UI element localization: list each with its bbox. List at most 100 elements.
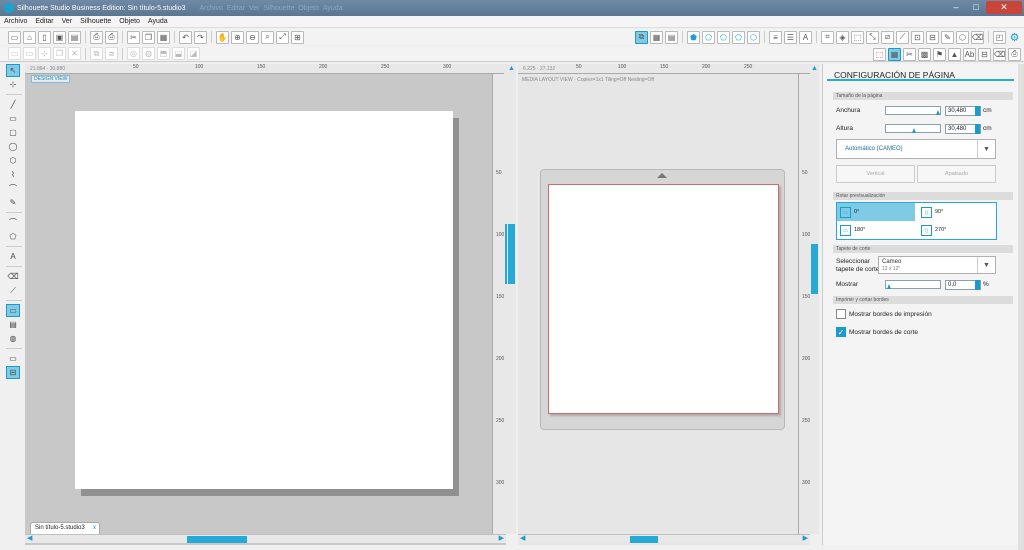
design-horizontal-scrollbar[interactable]: ◀ ▶: [25, 534, 506, 543]
cut-settings-icon[interactable]: ✂: [903, 47, 916, 61]
nesting-icon[interactable]: ⊟: [926, 30, 939, 44]
store-icon[interactable]: ⚑: [933, 47, 946, 61]
edit-points-icon[interactable]: ⊹: [38, 47, 51, 60]
save-cloud-icon[interactable]: ▤: [68, 30, 81, 44]
menu-archivo[interactable]: Archivo: [4, 18, 27, 25]
height-spinner[interactable]: [975, 124, 980, 134]
print-panel-icon[interactable]: ⎙: [1008, 47, 1021, 61]
line-color-icon[interactable]: ⬠: [732, 30, 745, 44]
text-style-icon[interactable]: A: [799, 30, 812, 44]
split-divider-scrollbar[interactable]: ▲: [507, 64, 516, 534]
freehand-tool-icon[interactable]: ✎: [6, 196, 20, 209]
save-icon[interactable]: ▣: [53, 30, 66, 44]
undo-icon[interactable]: ↶: [179, 30, 192, 44]
scroll-up-icon[interactable]: ▲: [811, 65, 818, 73]
cut-icon[interactable]: ✂: [127, 30, 140, 44]
fill-pattern-icon[interactable]: ⬠: [717, 30, 730, 44]
zoom-out-icon[interactable]: ⊖: [246, 30, 259, 44]
send-backward-icon[interactable]: ⬓: [172, 47, 185, 60]
close-button[interactable]: ✕: [986, 1, 1022, 14]
fill-color-icon[interactable]: ⬟: [687, 30, 700, 44]
modify-icon[interactable]: ⧄: [881, 30, 894, 44]
scroll-thumb[interactable]: [187, 536, 247, 543]
arc-tool-icon[interactable]: ⌒: [6, 182, 20, 195]
menu-silhouette[interactable]: Silhouette: [80, 18, 111, 25]
zoom-in-icon[interactable]: ⊕: [231, 30, 244, 44]
delete-icon[interactable]: ✕: [68, 47, 81, 60]
polygon-shape-icon[interactable]: ⬠: [6, 230, 20, 243]
point-edit-tool-icon[interactable]: ⊹: [6, 78, 20, 91]
width-spinner[interactable]: [975, 106, 980, 116]
release-compound-icon[interactable]: ◍: [142, 47, 155, 60]
open-folder-icon[interactable]: ⌂: [23, 30, 36, 44]
send-to-silhouette-icon[interactable]: ⬚: [873, 47, 886, 61]
scroll-left-icon[interactable]: ◀: [520, 535, 525, 543]
scroll-right-icon[interactable]: ▶: [499, 535, 504, 543]
eraser-icon[interactable]: ⌫: [971, 30, 984, 44]
maximize-button[interactable]: □: [966, 1, 986, 14]
mat-opacity-spinner[interactable]: [975, 280, 980, 290]
cut-borders-checkbox[interactable]: ✓: [836, 327, 846, 337]
copy-icon[interactable]: ❐: [142, 30, 155, 44]
cutting-mat-dropdown[interactable]: Cameo 12 x 12" ▼: [878, 256, 996, 274]
close-tab-icon[interactable]: x: [93, 523, 96, 534]
fit-to-page-icon[interactable]: ⊞: [291, 30, 304, 44]
design-view-pane[interactable]: 21.864 · 30.880 50 100 150 200 250 300 D…: [25, 64, 513, 545]
scroll-up-icon[interactable]: ▲: [508, 65, 515, 73]
fill-gradient-icon[interactable]: ⬠: [702, 30, 715, 44]
library-panel-icon[interactable]: ▤: [6, 318, 20, 331]
menu-ver[interactable]: Ver: [62, 18, 73, 25]
rectangle-tool-icon[interactable]: ▭: [6, 112, 20, 125]
knife-tool-icon[interactable]: ⟋: [6, 284, 20, 297]
design-page[interactable]: [75, 111, 453, 489]
menu-objeto[interactable]: Objeto: [119, 18, 140, 25]
offset-icon[interactable]: ◈: [836, 30, 849, 44]
line-style-icon[interactable]: ⬡: [747, 30, 760, 44]
trace-icon[interactable]: ⌗: [821, 30, 834, 44]
polygon-tool-icon[interactable]: ⬡: [6, 154, 20, 167]
single-view-icon[interactable]: ▭: [6, 352, 20, 365]
pixscan-icon[interactable]: ⊡: [911, 30, 924, 44]
ungroup-icon[interactable]: ⧈: [105, 47, 118, 60]
zoom-select-icon[interactable]: ⤢: [276, 30, 289, 44]
minimize-button[interactable]: –: [946, 1, 966, 14]
media-vertical-scrollbar[interactable]: ▲: [810, 64, 819, 534]
new-file-icon[interactable]: ▭: [8, 30, 21, 44]
deselect-icon[interactable]: ▭: [23, 47, 36, 60]
slider-knob[interactable]: [936, 110, 940, 115]
print-cut-icon[interactable]: ⎙: [105, 30, 118, 44]
eraser-tool-icon[interactable]: ⌫: [6, 270, 20, 283]
print-icon[interactable]: ⎙: [90, 30, 103, 44]
menu-editar[interactable]: Editar: [35, 18, 53, 25]
bring-forward-icon[interactable]: ⬒: [157, 47, 170, 60]
send-to-back-icon[interactable]: ◪: [187, 47, 200, 60]
library-icon[interactable]: ▯: [38, 30, 51, 44]
settings-gear-icon[interactable]: ⚙: [1008, 31, 1021, 44]
height-slider[interactable]: [885, 124, 941, 133]
transform-icon[interactable]: ⤡: [866, 30, 879, 44]
send-panel-icon[interactable]: ▲: [948, 47, 961, 61]
pan-hand-icon[interactable]: ✋: [216, 30, 229, 44]
line-weight-icon[interactable]: ☰: [784, 30, 797, 44]
weld-icon[interactable]: ⬡: [956, 30, 969, 44]
width-slider[interactable]: [885, 106, 941, 115]
page-setup-icon[interactable]: ⧉: [635, 30, 648, 44]
registration-icon[interactable]: ▤: [665, 30, 678, 44]
slider-knob[interactable]: [912, 128, 916, 133]
curve-tool-icon[interactable]: ⌇: [6, 168, 20, 181]
rotate-270-button[interactable]: ▯ 270°: [918, 221, 996, 239]
select-all-icon[interactable]: ▭: [8, 47, 21, 60]
scroll-left-icon[interactable]: ◀: [27, 535, 32, 543]
menu-ayuda[interactable]: Ayuda: [148, 18, 168, 25]
scroll-thumb[interactable]: [630, 536, 658, 543]
zoom-drag-icon[interactable]: ⌕: [261, 30, 274, 44]
rotate-180-button[interactable]: ▭ 180°: [837, 221, 915, 239]
scroll-thumb[interactable]: [811, 244, 818, 294]
media-page[interactable]: [548, 184, 779, 414]
mat-opacity-slider[interactable]: [885, 280, 941, 289]
text-tool-icon[interactable]: A: [6, 250, 20, 263]
rhinestone-icon[interactable]: ✎: [941, 30, 954, 44]
redo-icon[interactable]: ↷: [194, 30, 207, 44]
slider-knob[interactable]: [887, 284, 891, 289]
design-panel-icon[interactable]: ▭: [6, 304, 20, 317]
